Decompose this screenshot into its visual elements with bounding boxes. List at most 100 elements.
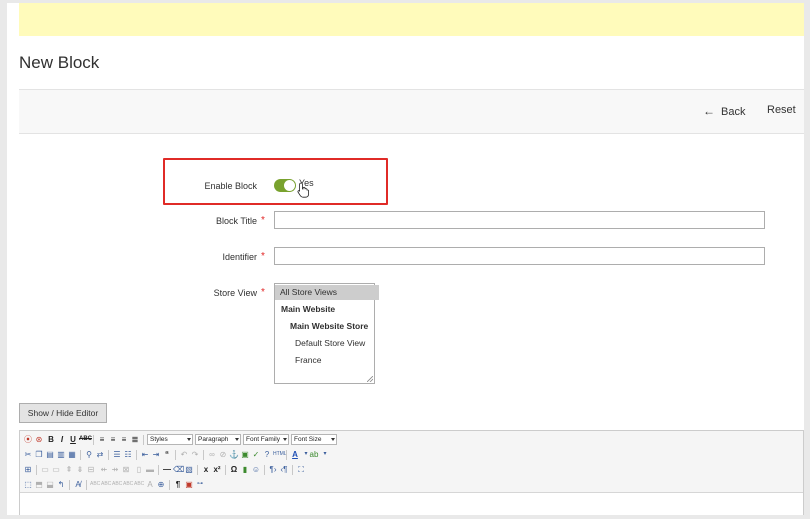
visual-aid-icon[interactable]: ▧	[184, 464, 194, 475]
link-icon[interactable]: ∞	[207, 449, 217, 460]
page-actions-bar: ← Back Reset	[19, 89, 804, 134]
store-view-option-france[interactable]: France	[275, 353, 394, 368]
underline-icon[interactable]: U	[68, 434, 78, 445]
special-char-icon[interactable]: Ω	[229, 464, 239, 475]
image-icon[interactable]: ▣	[240, 449, 250, 460]
media-icon[interactable]: ▮	[240, 464, 250, 475]
insert-col-after-icon[interactable]: ⇸	[110, 464, 120, 475]
wysiwyg-editor: ⦿ ⊛ B I U ABC ≡ ≡ ≡ ≣ Styles Paragraph F…	[19, 430, 804, 515]
copy-icon[interactable]: ❐	[34, 449, 44, 460]
toolbar-separator	[143, 435, 144, 445]
style-props-icon[interactable]: A̸	[73, 479, 83, 490]
font-size-dropdown[interactable]: Font Size	[291, 434, 337, 445]
anchor-icon[interactable]: ⚓	[229, 449, 239, 460]
editor-content-area[interactable]	[20, 492, 803, 515]
store-view-option-all[interactable]: All Store Views	[275, 285, 379, 300]
cut-icon[interactable]: ✂	[23, 449, 33, 460]
row-props-icon[interactable]: ▭	[40, 464, 50, 475]
page-title: New Block	[19, 53, 100, 72]
superscript-icon[interactable]: x²	[212, 464, 222, 475]
enable-block-label: Enable Block	[204, 181, 257, 191]
redo-icon[interactable]: ↷	[190, 449, 200, 460]
del-icon[interactable]: ABC	[123, 479, 133, 490]
magento-widget-icon[interactable]: ⦿	[23, 434, 33, 445]
caret-down-icon	[283, 438, 287, 441]
cell-props-icon[interactable]: ▭	[51, 464, 61, 475]
outdent-icon[interactable]: ⇤	[140, 449, 150, 460]
store-view-multiselect[interactable]: All Store Views Main Website Main Websit…	[274, 283, 379, 384]
ins-icon[interactable]: ABC	[134, 479, 144, 490]
block-title-input[interactable]	[274, 211, 765, 229]
insert-row-before-icon[interactable]: ⇞	[64, 464, 74, 475]
indent-icon[interactable]: ⇥	[151, 449, 161, 460]
admin-page: New Block ← Back Reset Enable Block Yes B…	[7, 3, 804, 515]
background-color-icon[interactable]: ab	[309, 449, 319, 460]
emotions-icon[interactable]: ☺	[251, 464, 261, 475]
remove-format-icon[interactable]: ⌫	[173, 464, 184, 475]
help-icon[interactable]: ?	[262, 449, 272, 460]
italic-icon[interactable]: I	[57, 434, 67, 445]
ltr-icon[interactable]: ¶›	[268, 464, 278, 475]
subscript-icon[interactable]: x	[201, 464, 211, 475]
move-backward-icon[interactable]: ⬓	[45, 479, 55, 490]
back-button-label: Back	[721, 106, 746, 118]
cite-icon[interactable]: ABC	[90, 479, 100, 490]
strikethrough-icon[interactable]: ABC	[79, 434, 92, 445]
toolbar-row-4: ⬚ ⬒ ⬓ ↰ A̸ ABC ABC ABC ABC ABC A ⊕ ¶ ▣ ⊶	[23, 479, 803, 492]
reset-button[interactable]: Reset	[767, 104, 796, 116]
insert-layer-icon[interactable]: ⬚	[23, 479, 33, 490]
align-center-icon[interactable]: ≡	[108, 434, 118, 445]
store-view-option-website[interactable]: Main Website	[275, 302, 380, 317]
table-icon[interactable]: ⊞	[23, 464, 33, 475]
horizontal-rule-icon[interactable]: —	[162, 464, 172, 475]
paste-word-icon[interactable]: ▦	[67, 449, 77, 460]
find-icon[interactable]: ⚲	[84, 449, 94, 460]
delete-col-icon[interactable]: ⊠	[121, 464, 131, 475]
back-button[interactable]: ← Back	[703, 104, 745, 118]
font-family-dropdown[interactable]: Font Family	[243, 434, 289, 445]
html-source-icon[interactable]: HTML	[273, 449, 287, 460]
fullscreen-icon[interactable]: ⛶	[296, 464, 306, 475]
bullet-list-icon[interactable]: ☰	[112, 449, 122, 460]
insert-row-after-icon[interactable]: ⇟	[75, 464, 85, 475]
nonbreaking-icon[interactable]: ¶	[173, 479, 183, 490]
insert-variable-icon[interactable]: ⊛	[34, 434, 44, 445]
abbr-icon[interactable]: ABC	[101, 479, 111, 490]
text-color-icon[interactable]: A	[290, 449, 300, 460]
caret-down-icon	[331, 438, 335, 441]
resize-grip-icon[interactable]	[367, 376, 373, 382]
toolbar-separator	[203, 450, 204, 460]
replace-icon[interactable]: ⇄	[95, 449, 105, 460]
paragraph-dropdown[interactable]: Paragraph	[195, 434, 241, 445]
undo-icon[interactable]: ↶	[179, 449, 189, 460]
cleanup-icon[interactable]: ✓	[251, 449, 261, 460]
styles-dropdown[interactable]: Styles	[147, 434, 193, 445]
delete-row-icon[interactable]: ⊟	[86, 464, 96, 475]
page-break-icon[interactable]: ⊶	[195, 479, 205, 490]
split-cells-icon[interactable]: ▯	[134, 464, 144, 475]
align-left-icon[interactable]: ≡	[97, 434, 107, 445]
align-right-icon[interactable]: ≡	[119, 434, 129, 445]
enable-block-toggle[interactable]	[274, 179, 296, 192]
caret-down-icon[interactable]: ▾	[320, 449, 330, 460]
paste-icon[interactable]: ▤	[45, 449, 55, 460]
align-justify-icon[interactable]: ≣	[130, 434, 140, 445]
blockquote-icon[interactable]: “	[162, 449, 172, 460]
acronym-icon[interactable]: ABC	[112, 479, 122, 490]
unlink-icon[interactable]: ⊘	[218, 449, 228, 460]
absolute-icon[interactable]: ↰	[56, 479, 66, 490]
rtl-icon[interactable]: ‹¶	[279, 464, 289, 475]
show-hide-editor-button[interactable]: Show / Hide Editor	[19, 403, 107, 423]
insert-col-before-icon[interactable]: ⇷	[99, 464, 109, 475]
move-forward-icon[interactable]: ⬒	[34, 479, 44, 490]
bold-icon[interactable]: B	[46, 434, 56, 445]
attribs-icon[interactable]: A	[145, 479, 155, 490]
paste-text-icon[interactable]: ▥	[56, 449, 66, 460]
template-icon[interactable]: ▣	[184, 479, 194, 490]
store-view-option-default[interactable]: Default Store View	[275, 336, 394, 351]
identifier-input[interactable]	[274, 247, 765, 265]
store-view-option-store[interactable]: Main Website Store	[275, 319, 389, 334]
numbered-list-icon[interactable]: ☷	[123, 449, 133, 460]
merge-cells-icon[interactable]: ▬	[145, 464, 155, 475]
visual-chars-icon[interactable]: ⊕	[156, 479, 166, 490]
